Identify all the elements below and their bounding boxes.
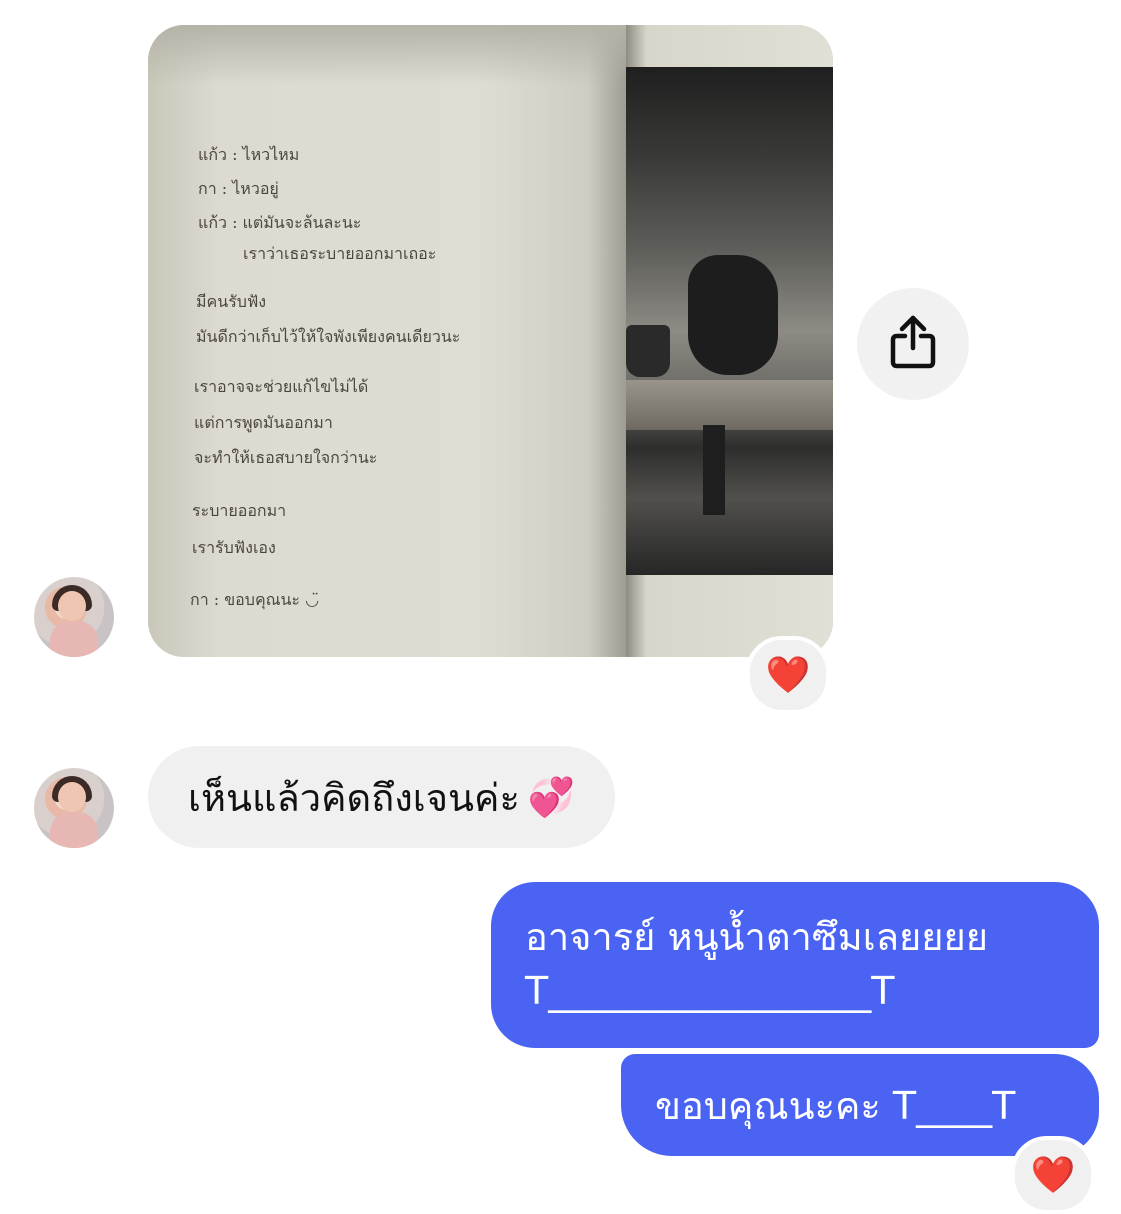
heart-reaction[interactable]: ❤️ [746, 636, 830, 714]
hearts-emoji: 💞 [527, 774, 576, 819]
poem-line: กา : ไหวอยู่ [198, 179, 279, 198]
poem-line: เราว่าเธอระบายออกมาเถอะ [243, 244, 437, 263]
share-icon [889, 314, 937, 374]
heart-icon: ❤️ [765, 655, 811, 696]
sender-avatar[interactable] [34, 768, 114, 848]
poem-line: แต่การพูดมันออกมา [194, 413, 333, 432]
poem-line: มันดีกว่าเก็บไว้ให้ใจพังเพียงคนเดียวนะ [196, 327, 461, 346]
poem-line: กา : ขอบคุณนะ ◡̈ [190, 590, 320, 609]
message-text: ขอบคุณนะคะ T____T [655, 1083, 1016, 1128]
heart-reaction[interactable]: ❤️ [1011, 1136, 1095, 1214]
poem-line: แก้ว : ไหวไหม [198, 145, 300, 164]
incoming-message-bubble[interactable]: เห็นแล้วคิดถึงเจนค่ะ 💞 [148, 746, 616, 848]
poem-line: แก้ว : แต่มันจะล้นละนะ [198, 213, 362, 232]
poem-line: ระบายออกมา [192, 501, 287, 520]
sender-avatar[interactable] [34, 577, 114, 657]
poem-line: เราอาจจะช่วยแก้ไขไม่ได้ [194, 377, 369, 396]
poem-line: มีคนรับฟัง [196, 292, 267, 311]
poem-line: เรารับฟังเอง [192, 538, 276, 557]
message-text: T_________________T [525, 969, 895, 1013]
photo-message[interactable]: แก้ว : ไหวไหม กา : ไหวอยู่ แก้ว : แต่มัน… [148, 25, 833, 657]
share-button[interactable] [857, 288, 969, 400]
message-text: เห็นแล้วคิดถึงเจนค่ะ [188, 775, 520, 820]
outgoing-message-bubble[interactable]: อาจารย์ หนูน้ำตาซึมเลยยยย T_____________… [491, 882, 1099, 1048]
heart-icon: ❤️ [1030, 1155, 1076, 1196]
message-text: อาจารย์ หนูน้ำตาซึมเลยยยย [525, 915, 989, 959]
poem-line: จะทำให้เธอสบายใจกว่านะ [194, 448, 378, 467]
